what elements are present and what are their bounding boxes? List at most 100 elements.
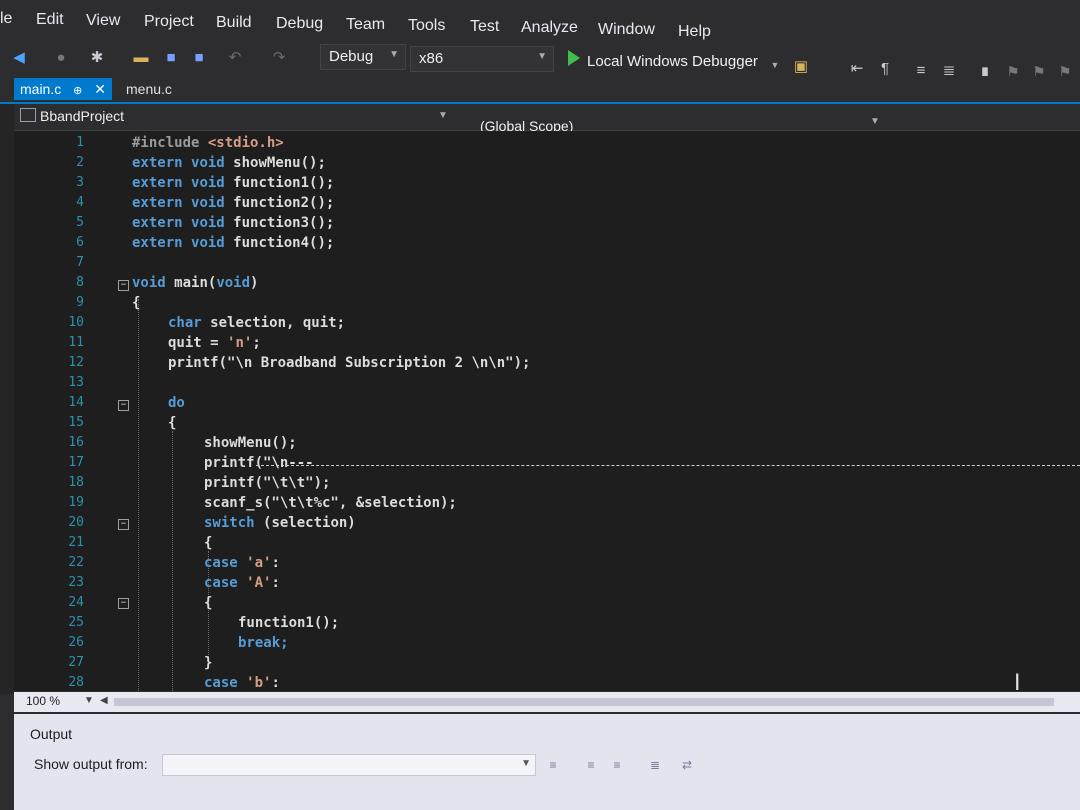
new-project-icon[interactable]: ✱: [88, 49, 106, 67]
find-message-icon[interactable]: ≡: [546, 758, 560, 772]
attach-icon[interactable]: ▣: [792, 58, 810, 76]
code-token: break;: [238, 635, 289, 651]
chevron-down-icon[interactable]: ▼: [870, 116, 880, 127]
code-line: extern void showMenu();: [132, 155, 326, 171]
menu-window[interactable]: Window: [598, 21, 655, 39]
output-source-select[interactable]: ▼: [162, 754, 536, 776]
start-debugger-button[interactable]: Local Windows Debugger: [587, 53, 758, 70]
play-icon[interactable]: [568, 50, 580, 66]
code-line: switch (selection): [204, 515, 356, 531]
code-token: printf("\n---: [204, 455, 314, 471]
back-icon[interactable]: ◀: [10, 49, 28, 67]
line-number: 24: [68, 595, 84, 610]
code-token: showMenu();: [233, 155, 326, 171]
code-token: extern: [132, 195, 192, 211]
project-label: BbandProject: [40, 108, 125, 124]
line-number: 3: [76, 175, 84, 190]
line-number: 27: [68, 655, 84, 670]
pin-icon[interactable]: ⊕: [73, 85, 82, 97]
code-line: #include <stdio.h>: [132, 135, 284, 151]
collapse-icon[interactable]: −: [118, 598, 129, 609]
code-token: void: [191, 215, 234, 231]
collapse-icon[interactable]: −: [118, 400, 129, 411]
code-token: void: [216, 275, 251, 291]
code-token: void: [132, 275, 175, 291]
code-token: :: [271, 675, 280, 691]
show-output-from-label: Show output from:: [34, 756, 148, 772]
code-token: function1();: [238, 615, 340, 631]
collapse-icon[interactable]: −: [118, 280, 129, 291]
code-token: void: [191, 235, 234, 251]
collapse-icon[interactable]: −: [118, 519, 129, 530]
menu-help[interactable]: Help: [678, 23, 711, 41]
tab-main-c[interactable]: main.c ⊕ ✕: [14, 78, 112, 100]
line-number: 16: [68, 435, 84, 450]
line-number: 5: [76, 215, 84, 230]
line-number: 21: [68, 535, 84, 550]
code-token: void: [191, 155, 234, 171]
previous-message-icon[interactable]: ≡: [584, 758, 598, 772]
redo-icon[interactable]: ↷: [270, 49, 288, 67]
output-title: Output: [30, 726, 73, 742]
output-panel: Output Show output from: ▼ ≡ ≡ ≡ ≣ ⇄: [14, 714, 1080, 810]
word-wrap-icon[interactable]: ⇄: [680, 758, 694, 772]
code-token: ): [250, 275, 259, 291]
menu-project[interactable]: Project: [144, 13, 194, 31]
save-icon[interactable]: ■: [162, 49, 180, 67]
code-token: #include: [132, 135, 208, 151]
project-dropdown[interactable]: BbandProject: [20, 108, 124, 124]
platform-select[interactable]: x86 ▼: [410, 46, 554, 72]
tab-menu-c[interactable]: menu.c: [120, 78, 178, 100]
code-token: case: [204, 675, 247, 691]
line-number: 4: [76, 195, 84, 210]
code-token: function2();: [233, 195, 335, 211]
line-number: 15: [68, 415, 84, 430]
menu-team[interactable]: Team: [346, 16, 385, 34]
code-editor[interactable]: − − − − 1 2 3 4 5 6 7 8 9 10 11 12 13 14…: [14, 131, 1080, 691]
menu-file[interactable]: le: [0, 10, 12, 28]
code-token: (selection): [263, 515, 356, 531]
code-token: 'b': [246, 675, 272, 691]
horizontal-scrollbar[interactable]: [114, 698, 1054, 706]
close-icon[interactable]: ✕: [94, 81, 106, 97]
code-token: :: [271, 555, 280, 571]
code-line: function1();: [238, 615, 339, 631]
code-token: printf(: [168, 355, 228, 371]
undo-icon[interactable]: ↶: [226, 49, 244, 67]
chevron-down-icon[interactable]: ▼: [84, 695, 94, 706]
chevron-down-icon[interactable]: ▼: [438, 110, 448, 121]
toolbar: ◀ ● ✱ ▬ ■ ■ ↶ ↷ Debug ▼ x86 ▼ Local Wind…: [0, 40, 1080, 81]
next-message-icon[interactable]: ≡: [610, 758, 624, 772]
line-number: 11: [68, 335, 84, 350]
editor-status-bar: 100 % ▼ ◀: [14, 692, 1080, 712]
zoom-level[interactable]: 100 %: [26, 694, 60, 708]
menu-test[interactable]: Test: [470, 18, 499, 36]
configuration-select[interactable]: Debug ▼: [320, 44, 406, 70]
line-number: 19: [68, 495, 84, 510]
menu-build[interactable]: Build: [216, 14, 252, 32]
platform-value: x86: [419, 50, 444, 67]
code-token: function4();: [233, 235, 335, 251]
menu-edit[interactable]: Edit: [36, 11, 64, 29]
menu-tools[interactable]: Tools: [408, 17, 445, 35]
dashed-string-line: [256, 465, 1080, 466]
scroll-left-icon[interactable]: ◀: [100, 695, 108, 706]
line-number: 12: [68, 355, 84, 370]
line-number: 7: [76, 255, 84, 270]
line-number: 25: [68, 615, 84, 630]
document-tabs: main.c ⊕ ✕ menu.c: [0, 76, 1080, 104]
code-token: 'a': [246, 555, 272, 571]
chevron-down-icon[interactable]: ▼: [766, 56, 784, 74]
code-token: {: [168, 415, 177, 431]
code-token: void: [191, 175, 234, 191]
open-icon[interactable]: ▬: [132, 49, 150, 67]
menu-view[interactable]: View: [86, 12, 120, 30]
forward-icon[interactable]: ●: [52, 49, 70, 67]
menu-analyze[interactable]: Analyze: [521, 19, 578, 37]
clear-all-icon[interactable]: ≣: [648, 758, 662, 772]
line-number: 14: [68, 395, 84, 410]
save-all-icon[interactable]: ■: [190, 49, 208, 67]
code-token: selection, quit;: [210, 315, 346, 331]
code-token: 'n': [227, 335, 253, 351]
menu-debug[interactable]: Debug: [276, 15, 323, 33]
